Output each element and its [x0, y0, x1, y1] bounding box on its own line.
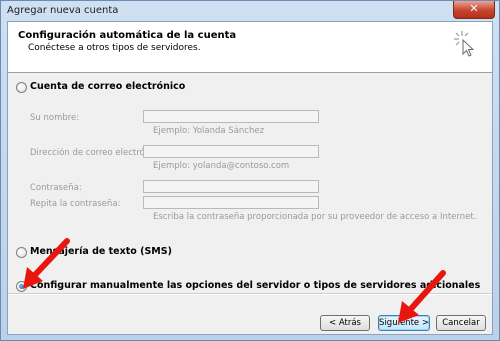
repeat-password-input[interactable] — [143, 196, 319, 209]
dialog-body: Configuración automática de la cuenta Co… — [7, 21, 493, 335]
header-subtitle: Conéctese a otros tipos de servidores. — [28, 43, 201, 53]
window-title: Agregar nueva cuenta — [7, 5, 119, 16]
wizard-header: Configuración automática de la cuenta Co… — [8, 22, 492, 73]
auto-setup-cursor-icon — [454, 31, 475, 57]
next-button[interactable]: Siguiente > — [378, 315, 430, 331]
close-icon: ✕ — [469, 2, 479, 15]
manual-config-label: Configurar manualmente las opciones del … — [30, 280, 481, 291]
name-hint: Ejemplo: Yolanda Sánchez — [153, 126, 265, 136]
password-hint: Escriba la contraseña proporcionada por … — [153, 212, 477, 222]
title-bar: Agregar nueva cuenta ✕ — [1, 1, 499, 21]
password-label: Contraseña: — [30, 183, 82, 193]
sms-radio[interactable] — [16, 247, 27, 258]
footer-separator — [8, 293, 492, 295]
email-input[interactable] — [143, 145, 319, 158]
manual-config-radio[interactable] — [16, 281, 27, 292]
header-title: Configuración automática de la cuenta — [18, 30, 237, 41]
email-hint: Ejemplo: yolanda@contoso.com — [153, 161, 290, 171]
email-account-radio[interactable] — [16, 82, 27, 93]
repeat-password-label: Repita la contraseña: — [30, 199, 121, 209]
name-input[interactable] — [143, 110, 319, 123]
name-label: Su nombre: — [30, 113, 80, 123]
sms-label: Mensajería de texto (SMS) — [30, 246, 172, 257]
back-button[interactable]: < Atrás — [320, 315, 370, 331]
add-account-dialog: Agregar nueva cuenta ✕ Configuración aut… — [0, 0, 500, 341]
password-input[interactable] — [143, 180, 319, 193]
email-account-label: Cuenta de correo electrónico — [30, 81, 186, 92]
cancel-button[interactable]: Cancelar — [436, 315, 486, 331]
close-button[interactable]: ✕ — [453, 1, 495, 19]
